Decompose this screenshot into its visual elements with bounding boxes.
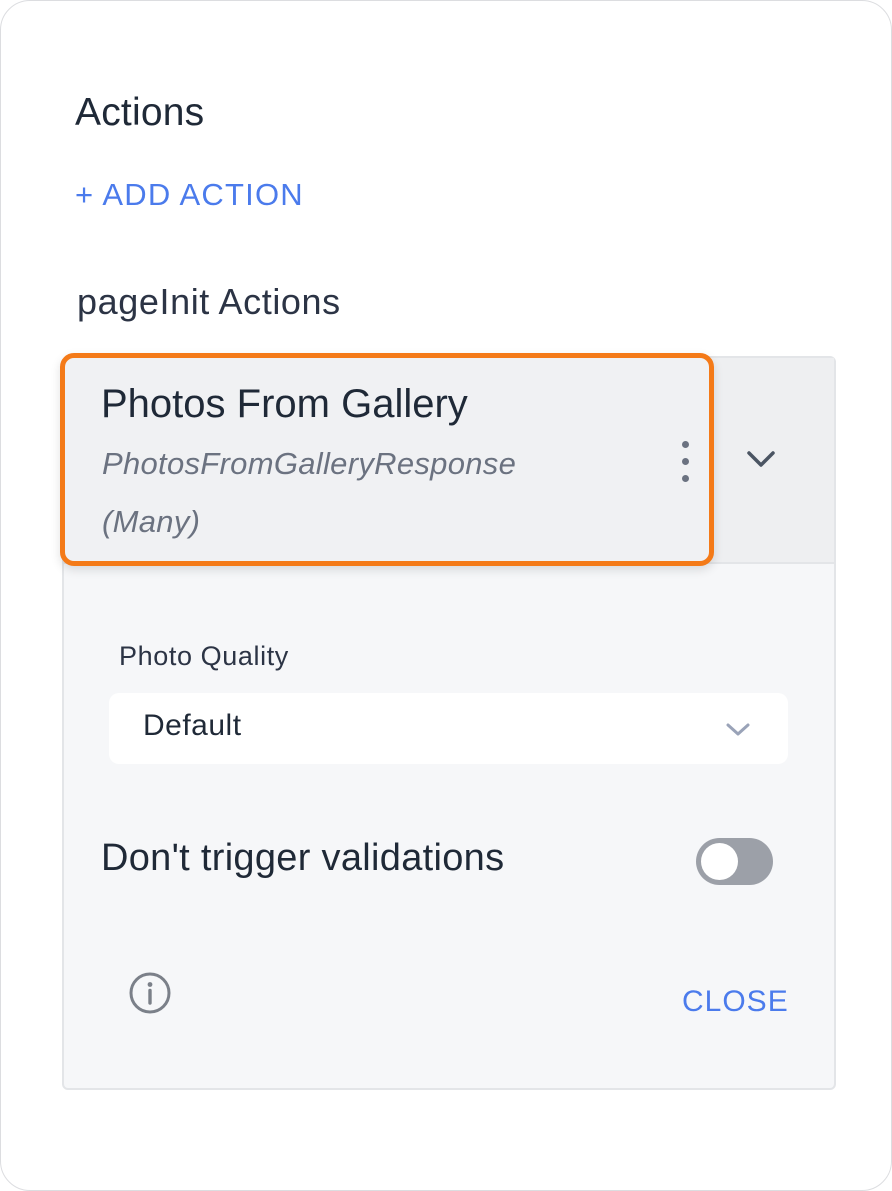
- photo-quality-select[interactable]: Default: [109, 693, 788, 764]
- action-item-photos-from-gallery[interactable]: Photos From Gallery PhotosFromGalleryRes…: [60, 353, 714, 566]
- close-button[interactable]: CLOSE: [682, 985, 789, 1019]
- action-name: Photos From Gallery: [101, 382, 468, 426]
- action-response-count: (Many): [102, 504, 201, 539]
- chevron-down-icon: [726, 723, 750, 736]
- action-response-type: PhotosFromGalleryResponse: [102, 446, 517, 481]
- dont-trigger-validations-label: Don't trigger validations: [101, 837, 505, 879]
- more-vertical-icon[interactable]: [679, 441, 693, 485]
- add-action-button[interactable]: + ADD ACTION: [75, 177, 304, 213]
- pageinit-actions-title: pageInit Actions: [77, 281, 341, 322]
- screenshot-frame: Actions + ADD ACTION pageInit Actions Ph…: [0, 0, 892, 1191]
- toggle-knob: [701, 843, 738, 880]
- info-icon[interactable]: [128, 971, 172, 1015]
- photo-quality-value: Default: [143, 709, 242, 742]
- actions-title: Actions: [75, 91, 205, 134]
- photo-quality-label: Photo Quality: [119, 641, 289, 671]
- chevron-down-icon[interactable]: [743, 441, 779, 477]
- dont-trigger-validations-toggle[interactable]: [696, 838, 773, 885]
